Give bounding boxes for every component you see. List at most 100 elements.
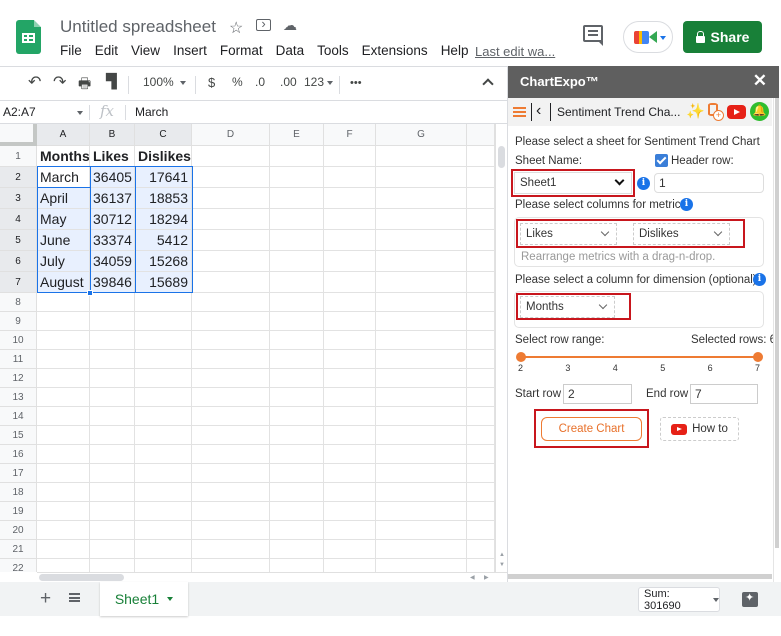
menu-tools[interactable]: Tools (317, 43, 349, 58)
cell[interactable] (376, 369, 467, 388)
cell[interactable] (90, 331, 135, 350)
cell[interactable] (467, 464, 495, 483)
cell[interactable] (324, 350, 376, 369)
cell[interactable] (192, 445, 270, 464)
menu-help[interactable]: Help (441, 43, 469, 58)
cell[interactable] (376, 312, 467, 331)
cell[interactable] (376, 251, 467, 272)
cell[interactable] (376, 445, 467, 464)
cell[interactable] (324, 502, 376, 521)
row-range-slider[interactable] (521, 356, 758, 358)
row-header[interactable]: 20 (0, 521, 37, 540)
spreadsheet-grid[interactable]: A B C D E F G 1 Months Likes Dislikes 2 March 36405 17… (0, 124, 495, 572)
cell[interactable] (192, 483, 270, 502)
cell[interactable] (37, 502, 90, 521)
cell[interactable] (192, 188, 270, 209)
scroll-down-icon[interactable]: ▼ (499, 562, 505, 568)
info-icon[interactable]: i (680, 198, 693, 211)
cell[interactable] (324, 445, 376, 464)
info-icon[interactable]: i (637, 177, 650, 190)
cell[interactable] (270, 293, 324, 312)
cell[interactable] (90, 502, 135, 521)
column-header[interactable] (467, 124, 495, 146)
cell[interactable] (376, 559, 467, 572)
cell[interactable] (192, 388, 270, 407)
vertical-scrollbar[interactable]: ▲ ▼ (495, 124, 507, 572)
cell[interactable] (90, 521, 135, 540)
cell[interactable] (467, 502, 495, 521)
menu-view[interactable]: View (131, 43, 160, 58)
cell[interactable] (192, 559, 270, 572)
cell[interactable]: Months (37, 146, 90, 167)
cell[interactable] (324, 167, 376, 188)
cell[interactable] (37, 312, 90, 331)
cell[interactable] (467, 369, 495, 388)
cell[interactable] (135, 464, 192, 483)
menu-format[interactable]: Format (220, 43, 263, 58)
cell[interactable] (376, 167, 467, 188)
cell[interactable] (192, 350, 270, 369)
cell[interactable]: 18294 (135, 209, 192, 230)
cell[interactable] (192, 464, 270, 483)
row-header[interactable]: 6 (0, 251, 37, 272)
cell[interactable] (37, 350, 90, 369)
cell[interactable] (37, 331, 90, 350)
row-header[interactable]: 9 (0, 312, 37, 331)
cell[interactable] (324, 559, 376, 572)
metric-select-2[interactable]: Dislikes (633, 223, 730, 245)
cell[interactable] (270, 502, 324, 521)
cell[interactable] (270, 251, 324, 272)
cell[interactable] (270, 167, 324, 188)
cell[interactable] (270, 521, 324, 540)
cell[interactable]: June (37, 230, 90, 251)
column-header[interactable]: A (37, 124, 90, 146)
cell[interactable] (192, 272, 270, 293)
add-sheet-button[interactable]: + (40, 588, 51, 610)
explore-icon[interactable] (742, 591, 758, 607)
cell[interactable] (37, 559, 90, 572)
scroll-right-icon[interactable]: ▶ (484, 574, 489, 581)
cell[interactable] (467, 188, 495, 209)
cell[interactable] (324, 272, 376, 293)
cell[interactable] (192, 230, 270, 251)
cell[interactable] (467, 272, 495, 293)
cell[interactable]: Likes (90, 146, 135, 167)
cell[interactable]: 15268 (135, 251, 192, 272)
cell[interactable] (270, 369, 324, 388)
cell[interactable]: 34059 (90, 251, 135, 272)
menu-edit[interactable]: Edit (95, 43, 118, 58)
row-header[interactable]: 18 (0, 483, 37, 502)
row-header[interactable]: 7 (0, 272, 37, 293)
share-button[interactable]: Share (683, 21, 762, 53)
menu-extensions[interactable]: Extensions (362, 43, 428, 58)
cell[interactable] (270, 483, 324, 502)
cell[interactable] (376, 483, 467, 502)
cell[interactable] (324, 188, 376, 209)
cell[interactable]: 30712 (90, 209, 135, 230)
cell[interactable] (90, 464, 135, 483)
cell[interactable] (90, 293, 135, 312)
cell[interactable] (467, 559, 495, 572)
cell[interactable] (90, 559, 135, 572)
dimension-select[interactable]: Months (520, 296, 615, 318)
last-edit-link[interactable]: Last edit wa... (475, 44, 555, 59)
cell[interactable] (135, 521, 192, 540)
cell[interactable]: 39846 (90, 272, 135, 293)
row-header[interactable]: 4 (0, 209, 37, 230)
horizontal-scrollbar[interactable]: ◀ ▶ (37, 572, 507, 582)
cell[interactable] (192, 426, 270, 445)
panel-vertical-scrollbar[interactable] (773, 98, 779, 582)
cell[interactable] (135, 445, 192, 464)
slider-end-handle[interactable] (753, 352, 763, 362)
comment-history-icon[interactable] (583, 25, 603, 46)
undo-icon[interactable]: ↶ (28, 72, 41, 92)
column-header[interactable]: G (376, 124, 467, 146)
cell[interactable] (135, 331, 192, 350)
cell[interactable] (270, 146, 324, 167)
notification-bell-icon[interactable]: 🔔 (750, 102, 769, 121)
cell[interactable] (90, 388, 135, 407)
row-header[interactable]: 22 (0, 559, 37, 572)
cell[interactable] (37, 521, 90, 540)
cell[interactable]: 17641 (135, 167, 192, 188)
cell[interactable] (376, 464, 467, 483)
